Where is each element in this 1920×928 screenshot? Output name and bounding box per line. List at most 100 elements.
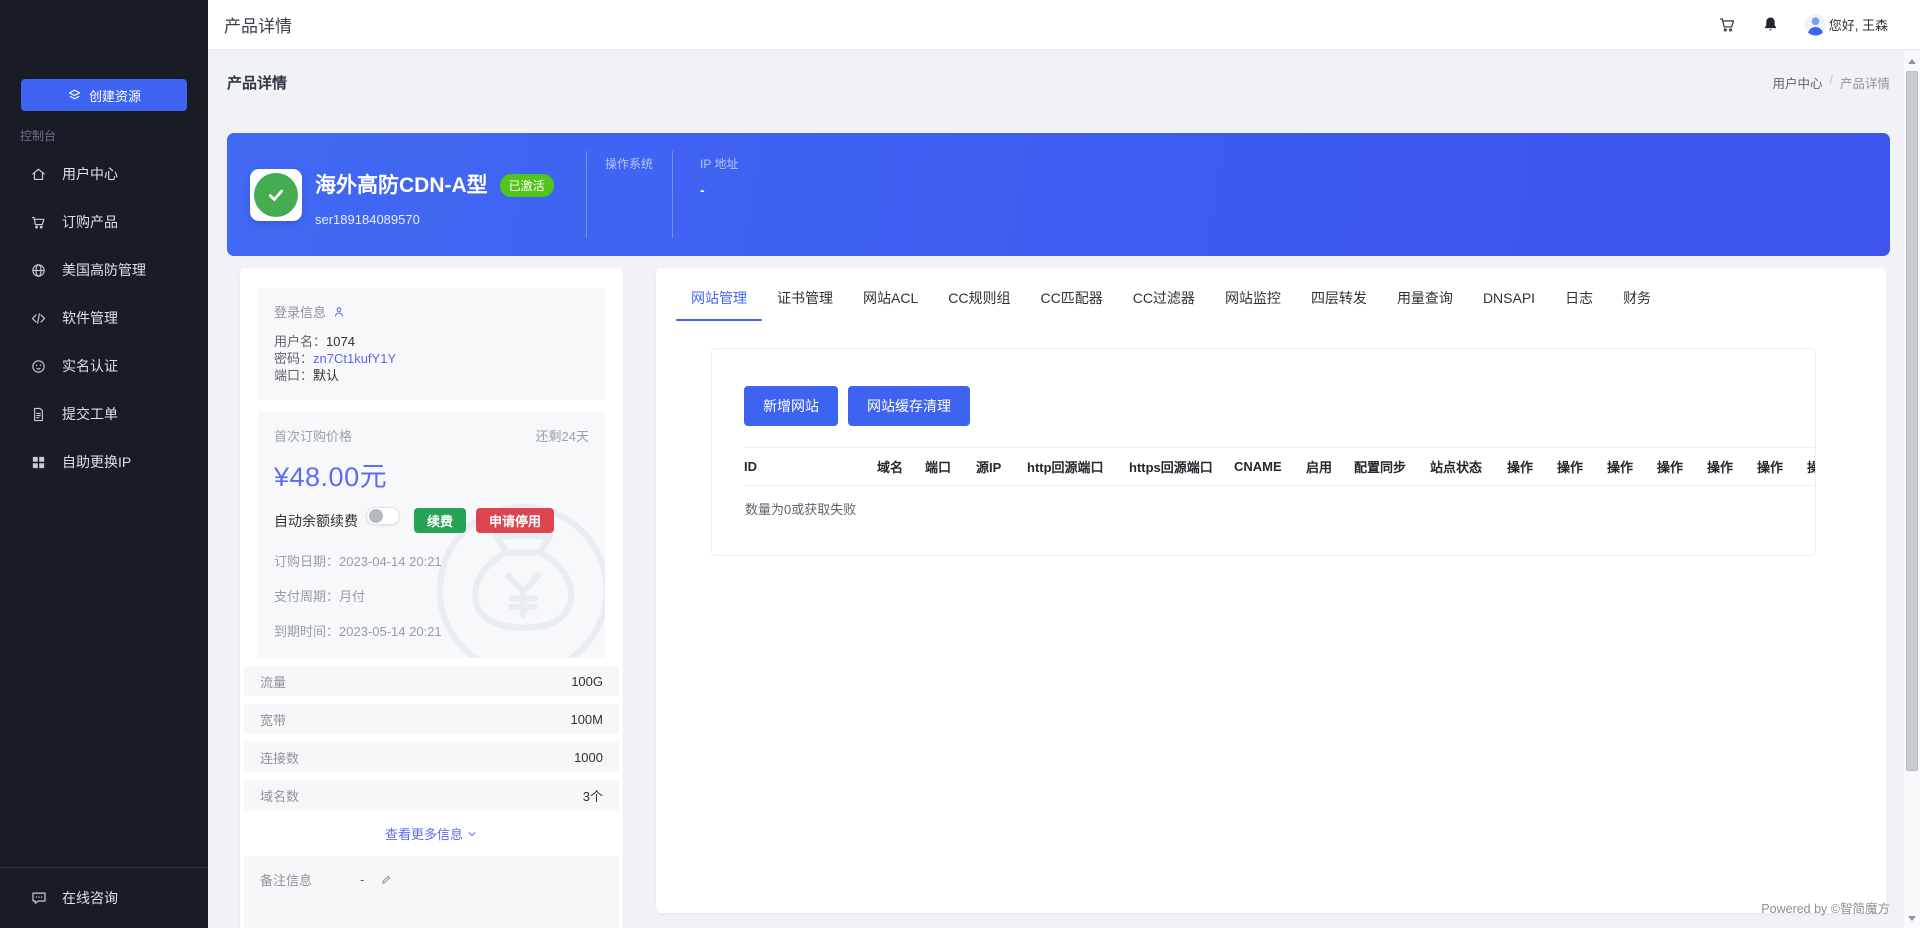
tab-site-monitor[interactable]: 网站监控: [1210, 290, 1296, 321]
tab-usage-query[interactable]: 用量查询: [1382, 290, 1468, 321]
col-enabled: 启用: [1306, 448, 1354, 486]
add-site-button[interactable]: 新增网站: [744, 386, 838, 426]
password-label: 密码：: [274, 351, 313, 366]
password-value[interactable]: zn7Ct1kufY1Y: [313, 351, 396, 366]
tab-cc-matcher[interactable]: CC匹配器: [1025, 290, 1117, 321]
user-menu[interactable]: 您好, 王森: [1804, 13, 1888, 36]
code-icon: [30, 310, 47, 327]
spec-value: 3个: [583, 786, 603, 805]
tab-cc-rules[interactable]: CC规则组: [933, 290, 1025, 321]
breadcrumb-page-title: 产品详情: [227, 72, 287, 93]
col-port: 端口: [925, 448, 976, 486]
sidebar-item-online-support[interactable]: 在线咨询: [0, 867, 208, 928]
col-action: 操作: [1707, 448, 1757, 486]
spec-value: 1000: [574, 750, 603, 765]
chat-icon: [30, 889, 48, 907]
auto-renew-toggle[interactable]: [366, 507, 400, 525]
sidebar-item-label: 实名认证: [62, 356, 118, 376]
col-site-status: 站点状态: [1430, 448, 1507, 486]
sidebar-item-label: 自助更换IP: [62, 452, 131, 472]
sidebar-item-label: 用户中心: [62, 164, 118, 184]
page-title: 产品详情: [224, 12, 292, 37]
port-label: 端口：: [274, 368, 313, 383]
spec-label: 连接数: [260, 748, 299, 767]
table-empty-text: 数量为0或获取失败: [712, 486, 1815, 518]
sidebar-item-label: 在线咨询: [62, 888, 118, 908]
tab-cc-filter[interactable]: CC过滤器: [1118, 290, 1210, 321]
ip-field-label: IP 地址: [700, 155, 738, 172]
spec-row-domains: 域名数 3个: [244, 780, 619, 810]
sidebar-item-software[interactable]: 软件管理: [0, 294, 208, 342]
face-icon: [30, 358, 47, 375]
login-info-block: 登录信息 用户名：1074 密码：zn7Ct1kufY1Y 端口：默认: [258, 288, 605, 400]
edit-pencil-icon[interactable]: [380, 873, 394, 887]
powered-by: Powered by ©智简魔方: [1761, 898, 1890, 917]
tab-site-management[interactable]: 网站管理: [676, 290, 762, 321]
price-label: 首次订购价格: [274, 426, 352, 445]
sidebar-item-verification[interactable]: 实名认证: [0, 342, 208, 390]
tab-dnsapi[interactable]: DNSAPI: [1468, 290, 1550, 321]
product-serial: ser189184089570: [315, 212, 420, 227]
sidebar-menu: 用户中心 订购产品 美国高防管理 软件管理 实名认证 提交工单 自助更换IP: [0, 150, 208, 486]
sidebar-item-ticket[interactable]: 提交工单: [0, 390, 208, 438]
sidebar-item-change-ip[interactable]: 自助更换IP: [0, 438, 208, 486]
clear-cache-button[interactable]: 网站缓存清理: [848, 386, 970, 426]
remaining-days: 还剩24天: [536, 426, 589, 445]
avatar: [1804, 13, 1827, 36]
view-more-link[interactable]: 查看更多信息: [240, 824, 623, 843]
expire-time-label: 到期时间：: [274, 624, 339, 639]
sidebar-item-user-center[interactable]: 用户中心: [0, 150, 208, 198]
scrollbar-thumb[interactable]: [1906, 71, 1918, 771]
product-name: 海外高防CDN-A型: [315, 169, 488, 199]
breadcrumb-user-center[interactable]: 用户中心: [1772, 73, 1822, 92]
layers-icon: [67, 88, 82, 103]
price-block: 首次订购价格 还剩24天 ¥48.00元 自动余额续费 续费 申请停用 订购日期…: [258, 412, 605, 658]
col-id: ID: [744, 448, 877, 486]
tab-finance[interactable]: 财务: [1608, 290, 1666, 321]
banner-divider: [672, 151, 673, 238]
site-management-panel: 网站管理 证书管理 网站ACL CC规则组 CC匹配器 CC过滤器 网站监控 四…: [656, 268, 1886, 913]
breadcrumb-separator: /: [1830, 73, 1833, 92]
spec-row-traffic: 流量 100G: [244, 666, 619, 696]
username-label: 用户名：: [274, 334, 326, 349]
port-value: 默认: [313, 368, 339, 383]
spec-label: 宽带: [260, 710, 286, 729]
globe-icon: [30, 262, 47, 279]
scroll-down-arrow[interactable]: [1904, 910, 1920, 926]
tab-logs[interactable]: 日志: [1550, 290, 1608, 321]
pay-cycle-label: 支付周期：: [274, 589, 339, 604]
tab-layer4-forward[interactable]: 四层转发: [1296, 290, 1382, 321]
remark-row: 备注信息 -: [244, 856, 619, 928]
check-icon: [254, 173, 298, 217]
product-status-icon: [250, 169, 302, 221]
person-icon: [332, 305, 346, 319]
breadcrumb: 用户中心 / 产品详情: [1772, 73, 1890, 92]
bell-icon[interactable]: [1761, 15, 1780, 34]
remark-label: 备注信息: [260, 870, 312, 889]
col-source-ip: 源IP: [976, 448, 1027, 486]
col-action: 操作: [1757, 448, 1807, 486]
tab-certificate[interactable]: 证书管理: [762, 290, 848, 321]
renew-button[interactable]: 续费: [414, 508, 466, 533]
table-header-row: ID 域名 端口 源IP http回源端口 https回源端口 CNAME 启用…: [744, 448, 1816, 486]
product-banner: 海外高防CDN-A型 已激活 ser189184089570 操作系统 IP 地…: [227, 133, 1890, 256]
view-more-label: 查看更多信息: [385, 824, 463, 843]
spec-label: 域名数: [260, 786, 299, 805]
col-cname: CNAME: [1234, 448, 1306, 486]
scroll-up-arrow[interactable]: [1904, 53, 1920, 69]
col-http-port: http回源端口: [1027, 448, 1129, 486]
sidebar-item-us-highdefense[interactable]: 美国高防管理: [0, 246, 208, 294]
order-date-label: 订购日期：: [274, 554, 339, 569]
sidebar-item-order-product[interactable]: 订购产品: [0, 198, 208, 246]
cart-icon[interactable]: [1718, 15, 1737, 34]
vertical-scrollbar[interactable]: [1903, 51, 1920, 928]
panel-tabs: 网站管理 证书管理 网站ACL CC规则组 CC匹配器 CC过滤器 网站监控 四…: [656, 268, 1886, 321]
product-info-card: 登录信息 用户名：1074 密码：zn7Ct1kufY1Y 端口：默认 首次订购…: [240, 268, 623, 928]
sidebar: 创建资源 控制台 用户中心 订购产品 美国高防管理 软件管理 实名认证 提交工单: [0, 0, 208, 928]
stop-service-button[interactable]: 申请停用: [476, 508, 554, 533]
spec-label: 流量: [260, 672, 286, 691]
sidebar-item-label: 美国高防管理: [62, 260, 146, 280]
tab-site-acl[interactable]: 网站ACL: [848, 290, 933, 321]
sidebar-item-label: 提交工单: [62, 404, 118, 424]
create-resource-button[interactable]: 创建资源: [21, 79, 187, 111]
